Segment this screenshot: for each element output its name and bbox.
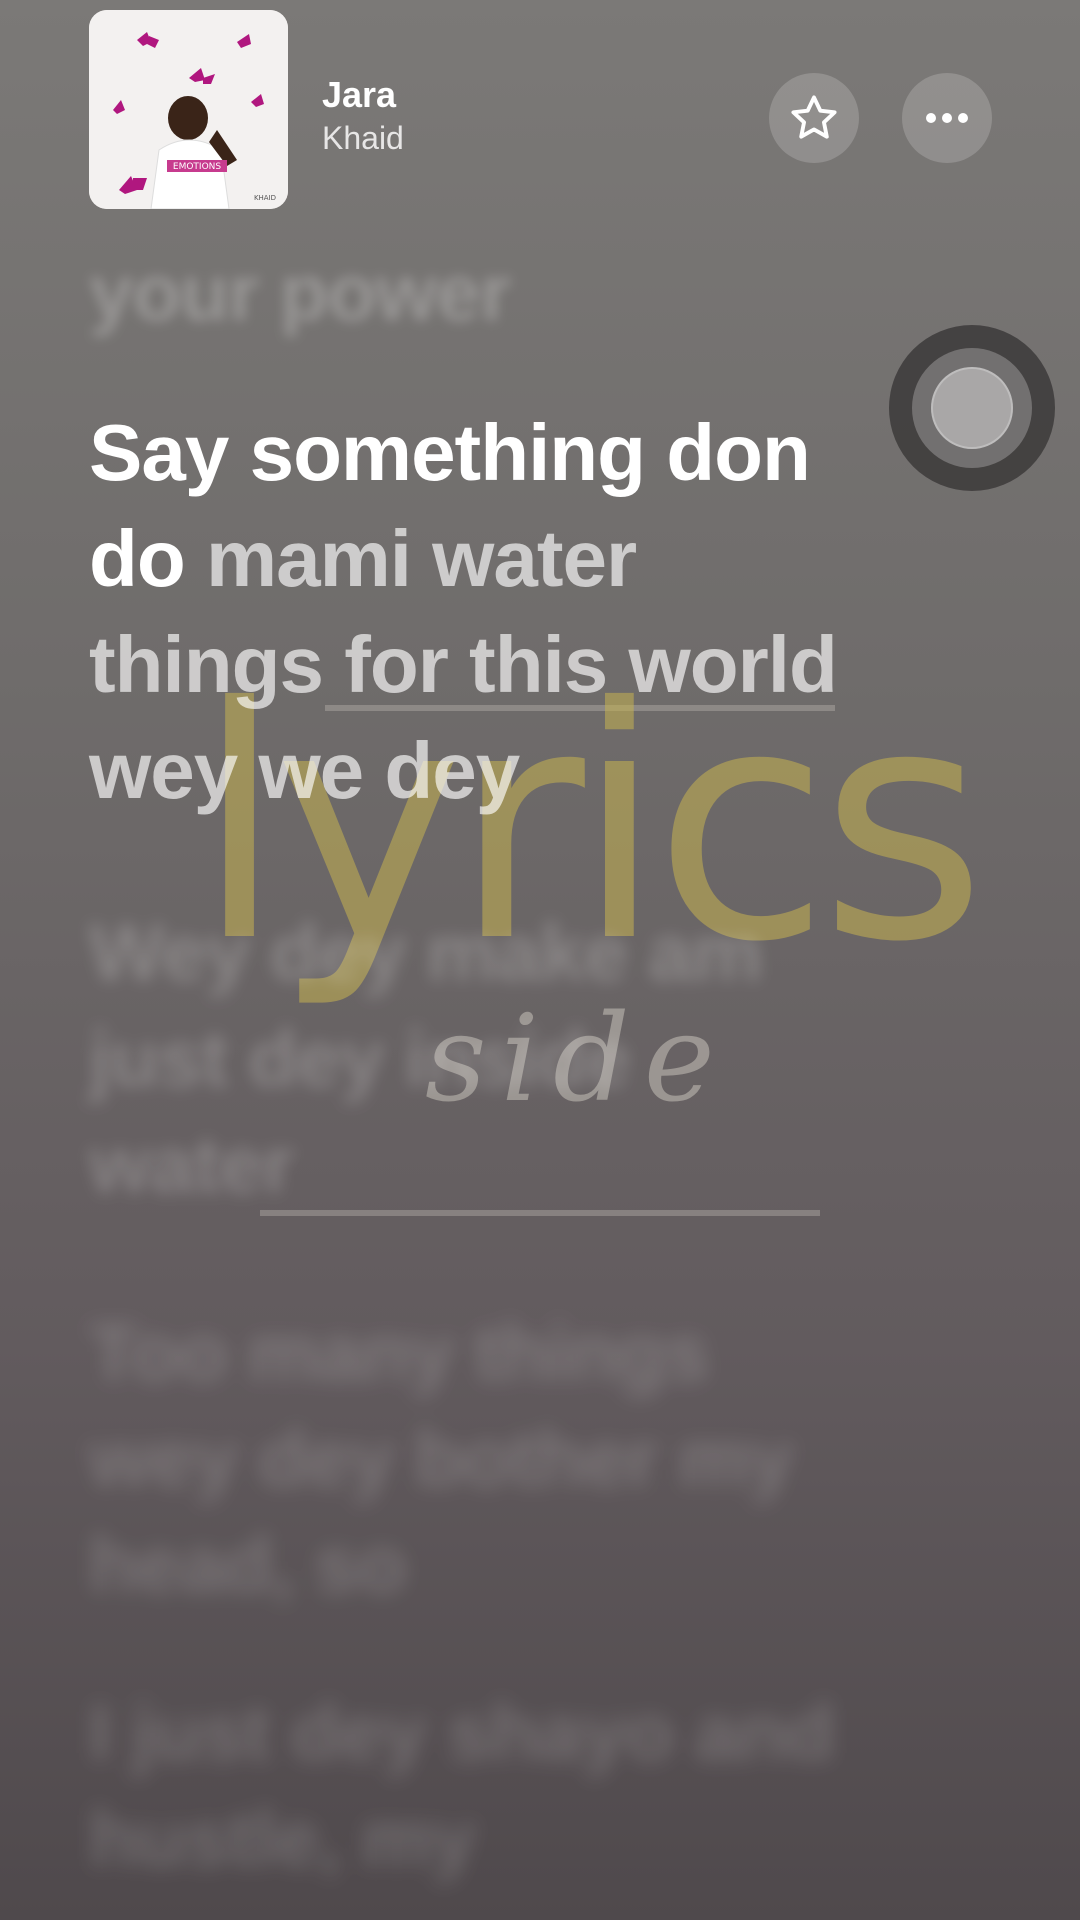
ellipsis-icon [926,113,968,123]
upcoming-lyric-line[interactable]: Too many things wey dey bother my head, … [89,1300,849,1618]
album-cover-image: EMOTIONS KHAID [89,10,288,209]
album-art-credit: KHAID [254,194,276,202]
more-options-button[interactable] [902,73,992,163]
album-art-text: EMOTIONS [173,162,222,172]
current-lyric-unsung: mami water things for this world wey we … [89,514,838,815]
now-playing-header: EMOTIONS KHAID Jara Khaid [0,0,1080,230]
song-artist[interactable]: Khaid [322,120,404,157]
assistive-touch-ring [912,348,1032,468]
assistive-touch-core [931,367,1013,449]
album-art[interactable]: EMOTIONS KHAID [89,10,288,209]
assistive-touch-button[interactable] [889,325,1055,491]
upcoming-lyric-line[interactable]: Wey dey make am just dey inside water [89,900,829,1218]
upcoming-lyric-line[interactable]: I just dey shayo and hustle, my [89,1680,849,1892]
current-lyric-line[interactable]: Say something don do mami water things f… [89,400,869,824]
star-icon [791,95,837,139]
favorite-button[interactable] [769,73,859,163]
previous-lyric-line[interactable]: your power [89,240,511,346]
song-title[interactable]: Jara [322,74,396,116]
